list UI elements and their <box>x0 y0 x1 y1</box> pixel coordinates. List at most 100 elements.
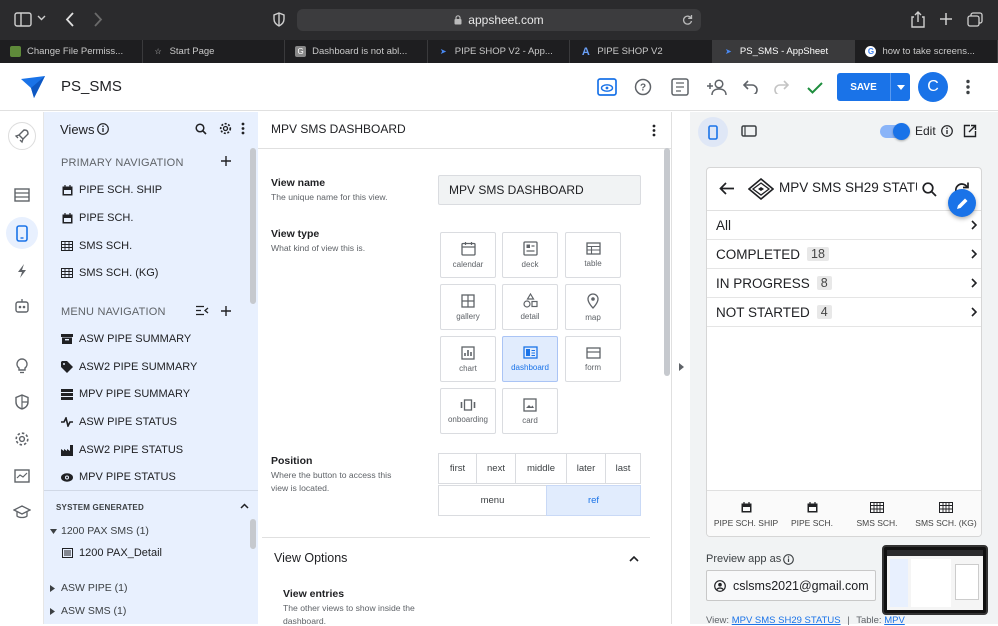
system-group[interactable]: 1200 PAX SMS (1) <box>50 525 149 537</box>
browser-tab[interactable]: ➤ PIPE SHOP V2 - App... <box>428 40 571 63</box>
settings-gear-icon[interactable] <box>8 425 36 453</box>
chevron-down-icon[interactable] <box>37 15 46 21</box>
position-ref[interactable]: ref <box>546 485 641 516</box>
view-type-map[interactable]: map <box>565 284 621 330</box>
nav-item[interactable]: PIPE SCH. <box>61 212 133 224</box>
share-user-icon[interactable] <box>706 78 728 96</box>
undo-icon[interactable] <box>743 80 759 94</box>
browser-tab[interactable]: A PIPE SHOP V2 <box>570 40 713 63</box>
scrollbar-thumb[interactable] <box>664 148 670 376</box>
share-icon[interactable] <box>911 11 925 28</box>
group-row[interactable]: COMPLETED 18 <box>707 240 981 269</box>
edit-toggle[interactable] <box>880 123 910 140</box>
browser-tab-active[interactable]: ➤ PS_SMS - AppSheet <box>712 40 856 63</box>
privacy-shield-icon[interactable] <box>272 12 286 27</box>
lightbulb-icon[interactable] <box>8 352 36 380</box>
nav-item[interactable]: MPV PIPE STATUS <box>61 471 176 483</box>
nav-item[interactable]: ASW PIPE SUMMARY <box>61 333 191 345</box>
automation-icon[interactable] <box>8 292 36 320</box>
search-icon[interactable] <box>195 123 207 135</box>
nav-item[interactable]: ASW2 PIPE STATUS <box>61 444 183 456</box>
position-middle[interactable]: middle <box>515 453 567 484</box>
scrollbar-thumb[interactable] <box>250 148 256 304</box>
nav-item[interactable]: PIPE SCH. SHIP <box>61 184 162 196</box>
add-icon[interactable] <box>221 156 231 166</box>
gear-icon[interactable] <box>219 122 232 135</box>
check-icon[interactable] <box>807 81 823 94</box>
mobile-preview-icon[interactable] <box>698 117 728 147</box>
view-type-detail[interactable]: detail <box>502 284 558 330</box>
position-later[interactable]: later <box>566 453 606 484</box>
position-first[interactable]: first <box>438 453 477 484</box>
bottom-tab[interactable]: PIPE SCH. <box>779 492 845 536</box>
nav-item[interactable]: MPV PIPE SUMMARY <box>61 388 190 400</box>
nav-item[interactable]: 1200 PAX_Detail <box>61 547 162 559</box>
new-tab-icon[interactable] <box>939 12 953 26</box>
position-last[interactable]: last <box>605 453 641 484</box>
browser-tab[interactable]: Change File Permiss... <box>0 40 143 63</box>
actions-icon[interactable] <box>8 257 36 285</box>
appsheet-logo-icon[interactable] <box>20 75 46 99</box>
tablet-preview-icon[interactable] <box>741 125 757 137</box>
redo-icon[interactable] <box>773 80 789 94</box>
group-row[interactable]: All <box>707 211 981 240</box>
view-type-table[interactable]: table <box>565 232 621 278</box>
add-icon[interactable] <box>221 306 231 316</box>
chevron-up-icon[interactable] <box>629 556 639 562</box>
view-type-calendar[interactable]: calendar <box>440 232 496 278</box>
avatar[interactable]: C <box>918 72 948 102</box>
save-options-button[interactable] <box>890 73 910 101</box>
view-type-card[interactable]: card <box>502 388 558 434</box>
forward-icon[interactable] <box>93 12 103 27</box>
more-vert-icon[interactable] <box>241 122 245 135</box>
back-icon[interactable] <box>65 12 75 27</box>
back-arrow-icon[interactable] <box>719 182 734 195</box>
view-type-dashboard[interactable]: dashboard <box>502 336 558 382</box>
view-type-deck[interactable]: deck <box>502 232 558 278</box>
view-options-heading[interactable]: View Options <box>274 551 347 565</box>
open-external-icon[interactable] <box>963 124 977 138</box>
group-row[interactable]: NOT STARTED 4 <box>707 298 981 327</box>
view-type-gallery[interactable]: gallery <box>440 284 496 330</box>
system-group[interactable]: ASW PIPE (1) <box>50 582 128 594</box>
address-bar[interactable]: appsheet.com <box>297 9 701 31</box>
screenshot-thumbnail[interactable] <box>882 545 988 615</box>
browser-tab[interactable]: G Dashboard is not abl... <box>285 40 428 63</box>
nav-item[interactable]: SMS SCH. <box>61 240 132 252</box>
browser-tab[interactable]: ☆ Start Page <box>143 40 286 63</box>
view-type-form[interactable]: form <box>565 336 621 382</box>
info-icon[interactable] <box>783 554 794 565</box>
reorder-icon[interactable] <box>196 305 209 316</box>
bottom-tab[interactable]: SMS SCH. (KG) <box>909 492 981 536</box>
scrollbar-thumb[interactable] <box>250 519 256 549</box>
views-icon[interactable] <box>6 217 38 249</box>
docs-icon[interactable] <box>671 78 689 96</box>
view-type-chart[interactable]: chart <box>440 336 496 382</box>
nav-item[interactable]: ASW2 PIPE SUMMARY <box>61 361 197 373</box>
bottom-tab[interactable]: PIPE SCH. SHIP <box>707 492 785 536</box>
data-icon[interactable] <box>8 181 36 209</box>
footer-view-link[interactable]: MPV SMS SH29 STATUS <box>732 615 841 626</box>
security-shield-icon[interactable] <box>8 388 36 416</box>
edit-fab-button[interactable] <box>948 189 976 217</box>
panel-splitter[interactable] <box>672 112 690 624</box>
bottom-tab[interactable]: SMS SCH. <box>845 492 909 536</box>
nav-item[interactable]: SMS SCH. (KG) <box>61 267 158 279</box>
preview-toggle-icon[interactable] <box>597 78 617 96</box>
position-menu[interactable]: menu <box>438 485 547 516</box>
view-name-input[interactable]: MPV SMS DASHBOARD <box>438 175 641 205</box>
system-group[interactable]: ASW SMS (1) <box>50 605 126 617</box>
save-button[interactable]: SAVE <box>837 73 890 101</box>
sidebar-toggle-icon[interactable] <box>14 12 32 27</box>
more-vert-icon[interactable] <box>652 124 656 137</box>
monitor-icon[interactable] <box>8 462 36 490</box>
tab-overview-icon[interactable] <box>967 12 983 27</box>
group-row[interactable]: IN PROGRESS 8 <box>707 269 981 298</box>
browser-tab[interactable]: Ghow to take screens... <box>855 40 998 63</box>
help-icon[interactable]: ? <box>634 78 652 96</box>
view-type-onboarding[interactable]: onboarding <box>440 388 496 434</box>
chevron-up-icon[interactable] <box>240 503 249 509</box>
search-icon[interactable] <box>922 182 937 197</box>
position-next[interactable]: next <box>476 453 516 484</box>
more-vert-icon[interactable] <box>965 79 971 95</box>
